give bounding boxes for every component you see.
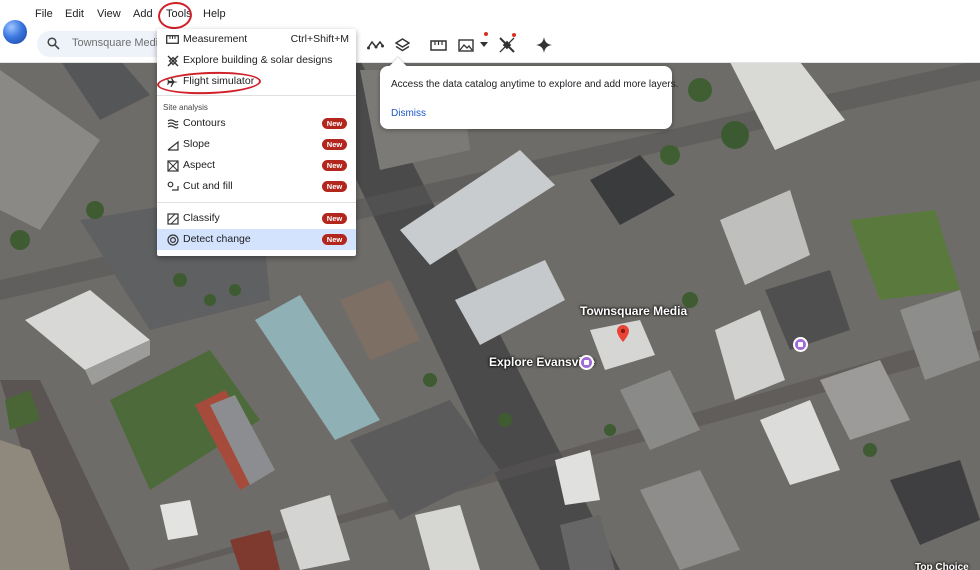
chevron-down-icon[interactable] bbox=[475, 36, 493, 54]
menu-item-label: Slope bbox=[183, 138, 210, 150]
ruler-toolbar-icon[interactable] bbox=[429, 36, 447, 54]
menu-item-aspect[interactable]: Aspect New bbox=[157, 155, 356, 176]
new-badge: New bbox=[322, 234, 347, 245]
menu-item-label: Explore building & solar designs bbox=[183, 54, 333, 66]
section-header: Site analysis bbox=[163, 103, 208, 112]
menu-item-label: Contours bbox=[183, 117, 226, 129]
new-badge: New bbox=[322, 213, 347, 224]
notification-dot-icon-2 bbox=[512, 33, 516, 37]
data-catalog-tooltip: Access the data catalog anytime to explo… bbox=[380, 66, 678, 129]
menu-item-label: Cut and fill bbox=[183, 180, 233, 192]
aspect-icon bbox=[166, 159, 179, 172]
earth-logo-icon[interactable] bbox=[3, 20, 27, 44]
cut-fill-icon bbox=[166, 180, 179, 193]
menu-edit[interactable]: Edit bbox=[65, 8, 84, 20]
menu-view[interactable]: View bbox=[97, 8, 121, 20]
menu-item-contours[interactable]: Contours New bbox=[157, 113, 356, 134]
menu-add[interactable]: Add bbox=[133, 8, 153, 20]
layers-icon[interactable] bbox=[393, 36, 411, 54]
menu-item-label: Measurement bbox=[183, 33, 248, 45]
search-icon[interactable] bbox=[47, 37, 60, 55]
menu-file[interactable]: File bbox=[35, 8, 53, 20]
new-badge: New bbox=[322, 160, 347, 171]
map-label-top-choice[interactable]: Top Choice bbox=[915, 562, 969, 570]
menu-divider bbox=[157, 202, 356, 203]
camera-poi-icon-2[interactable] bbox=[793, 337, 808, 352]
camera-poi-icon[interactable] bbox=[579, 355, 594, 370]
ruler-icon bbox=[166, 33, 179, 46]
new-badge: New bbox=[322, 118, 347, 129]
search-bar[interactable]: Townsquare Media bbox=[37, 31, 177, 57]
menu-divider bbox=[157, 95, 356, 96]
image-overlay-icon[interactable] bbox=[457, 36, 475, 54]
notification-dot-icon bbox=[484, 32, 488, 36]
menu-bar: File Edit View Add Tools Help bbox=[0, 0, 980, 31]
new-badge: New bbox=[322, 181, 347, 192]
menu-item-cut-and-fill[interactable]: Cut and fill New bbox=[157, 176, 356, 197]
menu-item-label: Detect change bbox=[183, 233, 251, 245]
map-label-townsquare[interactable]: Townsquare Media bbox=[580, 304, 687, 318]
menu-item-slope[interactable]: Slope New bbox=[157, 134, 356, 155]
satellite-icon[interactable] bbox=[498, 36, 516, 54]
slope-icon bbox=[166, 138, 179, 151]
tooltip-text: Access the data catalog anytime to explo… bbox=[391, 79, 679, 90]
annotation-circle-tools bbox=[156, 0, 194, 31]
solar-panel-icon bbox=[166, 54, 179, 67]
classify-icon bbox=[166, 212, 179, 225]
path-icon[interactable] bbox=[366, 36, 384, 54]
menu-item-detect-change[interactable]: Detect change New bbox=[157, 229, 356, 250]
new-badge: New bbox=[322, 139, 347, 150]
menu-item-label: Classify bbox=[183, 212, 220, 224]
sparkle-icon[interactable] bbox=[535, 36, 553, 54]
shortcut-label: Ctrl+Shift+M bbox=[290, 33, 349, 45]
detect-change-icon bbox=[166, 233, 179, 246]
menu-item-measurement[interactable]: Measurement Ctrl+Shift+M bbox=[157, 29, 356, 50]
menu-item-label: Aspect bbox=[183, 159, 216, 171]
menu-item-classify[interactable]: Classify New bbox=[157, 208, 356, 229]
menu-item-explore-solar[interactable]: Explore building & solar designs bbox=[157, 50, 356, 71]
dismiss-button[interactable]: Dismiss bbox=[391, 108, 426, 119]
contours-icon bbox=[166, 117, 179, 130]
tools-dropdown-menu: Measurement Ctrl+Shift+M Explore buildin… bbox=[157, 29, 356, 256]
menu-help[interactable]: Help bbox=[203, 8, 226, 20]
